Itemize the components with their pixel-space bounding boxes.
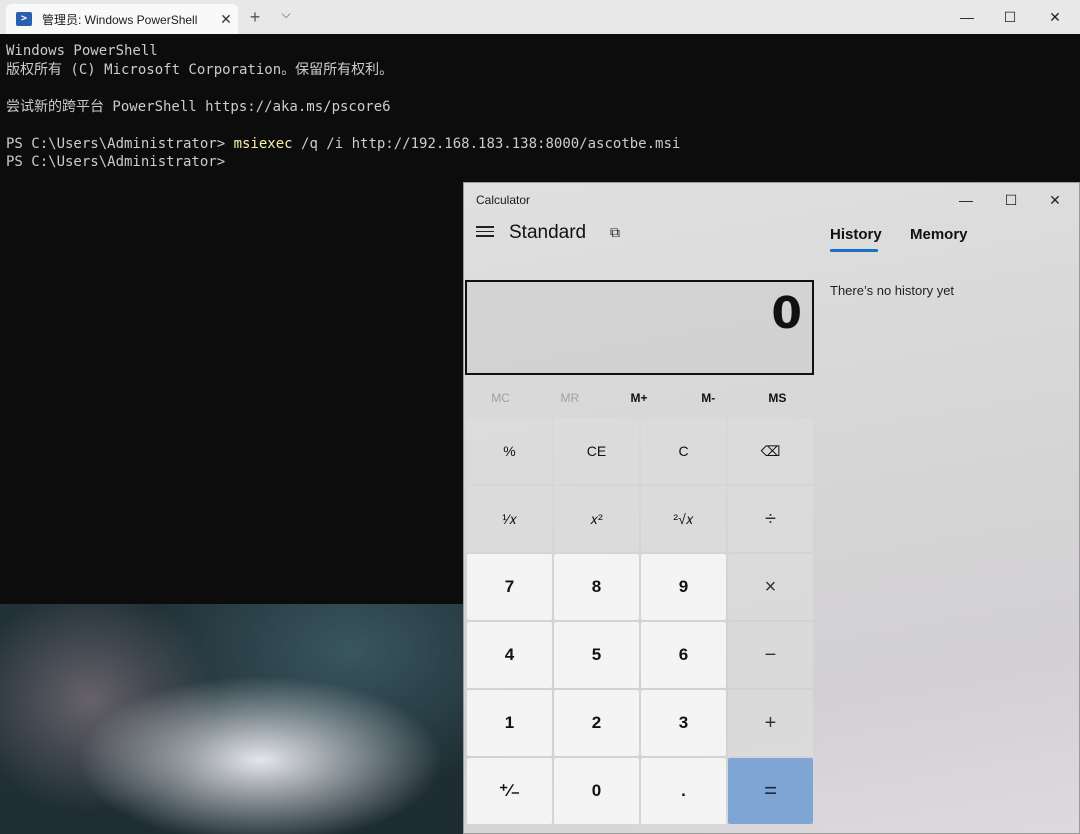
- terminal-command-args: /q /i http://192.168.183.138:8000/ascotb…: [292, 135, 681, 152]
- memory-buttons-row: MC MR M+ M- MS: [466, 387, 812, 409]
- terminal-tab[interactable]: > 管理员: Windows PowerShell ✕: [6, 4, 238, 34]
- percent-button[interactable]: %: [467, 418, 552, 484]
- minus-button[interactable]: −: [728, 622, 813, 688]
- powershell-icon: >: [16, 12, 32, 26]
- reciprocal-button[interactable]: ¹⁄𝑥: [467, 486, 552, 552]
- square-root-button[interactable]: ²√𝑥: [641, 486, 726, 552]
- terminal-output[interactable]: Windows PowerShell 版权所有 (C) Microsoft Cor…: [6, 42, 1076, 172]
- memory-ms-button[interactable]: MS: [743, 387, 812, 409]
- terminal-line: 尝试新的跨平台 PowerShell https://aka.ms/pscore…: [6, 98, 1076, 117]
- digit-8-button[interactable]: 8: [554, 554, 639, 620]
- terminal-line-text: 版权所有 (C) Microsoft Corporation。保留所有权利。: [6, 61, 394, 78]
- terminal-line: Windows PowerShell: [6, 42, 1076, 61]
- digit-7-button[interactable]: 7: [467, 554, 552, 620]
- terminal-titlebar: > 管理员: Windows PowerShell ✕ + ⌵ — ☐ ✕: [0, 0, 1080, 34]
- menu-icon[interactable]: [476, 223, 494, 245]
- digit-0-button[interactable]: 0: [554, 758, 639, 824]
- calculator-window: Calculator — ☐ ✕ Standard ⧉ History Memo…: [463, 182, 1080, 834]
- clear-button[interactable]: C: [641, 418, 726, 484]
- calculator-minimize-button[interactable]: —: [951, 189, 981, 211]
- digit-1-button[interactable]: 1: [467, 690, 552, 756]
- terminal-line-text: Windows PowerShell: [6, 43, 158, 59]
- terminal-command: msiexec: [233, 135, 293, 152]
- history-empty-message: There’s no history yet: [830, 283, 955, 298]
- digit-9-button[interactable]: 9: [641, 554, 726, 620]
- divide-button[interactable]: ÷: [728, 486, 813, 552]
- digit-5-button[interactable]: 5: [554, 622, 639, 688]
- clear-entry-button[interactable]: CE: [554, 418, 639, 484]
- square-button[interactable]: 𝑥²: [554, 486, 639, 552]
- memory-mminus-button[interactable]: M-: [674, 387, 743, 409]
- terminal-line: PS C:\Users\Administrator>: [6, 153, 1076, 172]
- terminal-line: 版权所有 (C) Microsoft Corporation。保留所有权利。: [6, 61, 1076, 80]
- tab-memory[interactable]: Memory: [910, 226, 968, 243]
- plus-button[interactable]: +: [728, 690, 813, 756]
- keep-on-top-icon[interactable]: ⧉: [610, 224, 628, 240]
- chevron-down-icon[interactable]: ⌵: [276, 7, 296, 22]
- tab-close-icon[interactable]: ✕: [214, 11, 238, 28]
- backspace-button[interactable]: ⌫: [728, 418, 813, 484]
- calculator-display: 0: [465, 280, 814, 375]
- new-tab-button[interactable]: +: [244, 7, 266, 28]
- calculator-close-button[interactable]: ✕: [1040, 189, 1070, 211]
- memory-mplus-button[interactable]: M+: [604, 387, 673, 409]
- memory-mc-button: MC: [491, 391, 510, 405]
- calculator-keypad: % CE C ⌫ ¹⁄𝑥 𝑥² ²√𝑥 ÷ 7 8 9 × 4 5 6− 1 2 3 + ⁺∕₋ 0. =: [467, 418, 813, 828]
- equals-button[interactable]: =: [728, 758, 813, 824]
- calculator-title: Calculator: [476, 193, 531, 207]
- calculator-mode-title: Standard: [509, 222, 587, 243]
- close-button[interactable]: ✕: [1040, 6, 1070, 28]
- calculator-maximize-button[interactable]: ☐: [996, 189, 1026, 211]
- maximize-button[interactable]: ☐: [995, 6, 1025, 28]
- multiply-button[interactable]: ×: [728, 554, 813, 620]
- digit-4-button[interactable]: 4: [467, 622, 552, 688]
- negate-button[interactable]: ⁺∕₋: [467, 758, 552, 824]
- active-tab-indicator: [830, 249, 878, 252]
- tab-history[interactable]: History: [830, 226, 882, 243]
- digit-2-button[interactable]: 2: [554, 690, 639, 756]
- terminal-line-text: PS C:\Users\Administrator>: [6, 154, 226, 170]
- terminal-line-text: PS C:\Users\Administrator>: [6, 135, 234, 152]
- memory-mr-button: MR: [560, 391, 580, 405]
- digit-3-button[interactable]: 3: [641, 690, 726, 756]
- display-value: 0: [771, 288, 802, 339]
- decimal-button[interactable]: .: [641, 758, 726, 824]
- terminal-line: PS C:\Users\Administrator> msiexec /q /i…: [6, 135, 1076, 154]
- minimize-button[interactable]: —: [952, 6, 982, 28]
- terminal-line-text: 尝试新的跨平台 PowerShell https://aka.ms/pscore…: [6, 98, 391, 115]
- digit-6-button[interactable]: 6: [641, 622, 726, 688]
- terminal-tab-title: 管理员: Windows PowerShell: [42, 12, 198, 27]
